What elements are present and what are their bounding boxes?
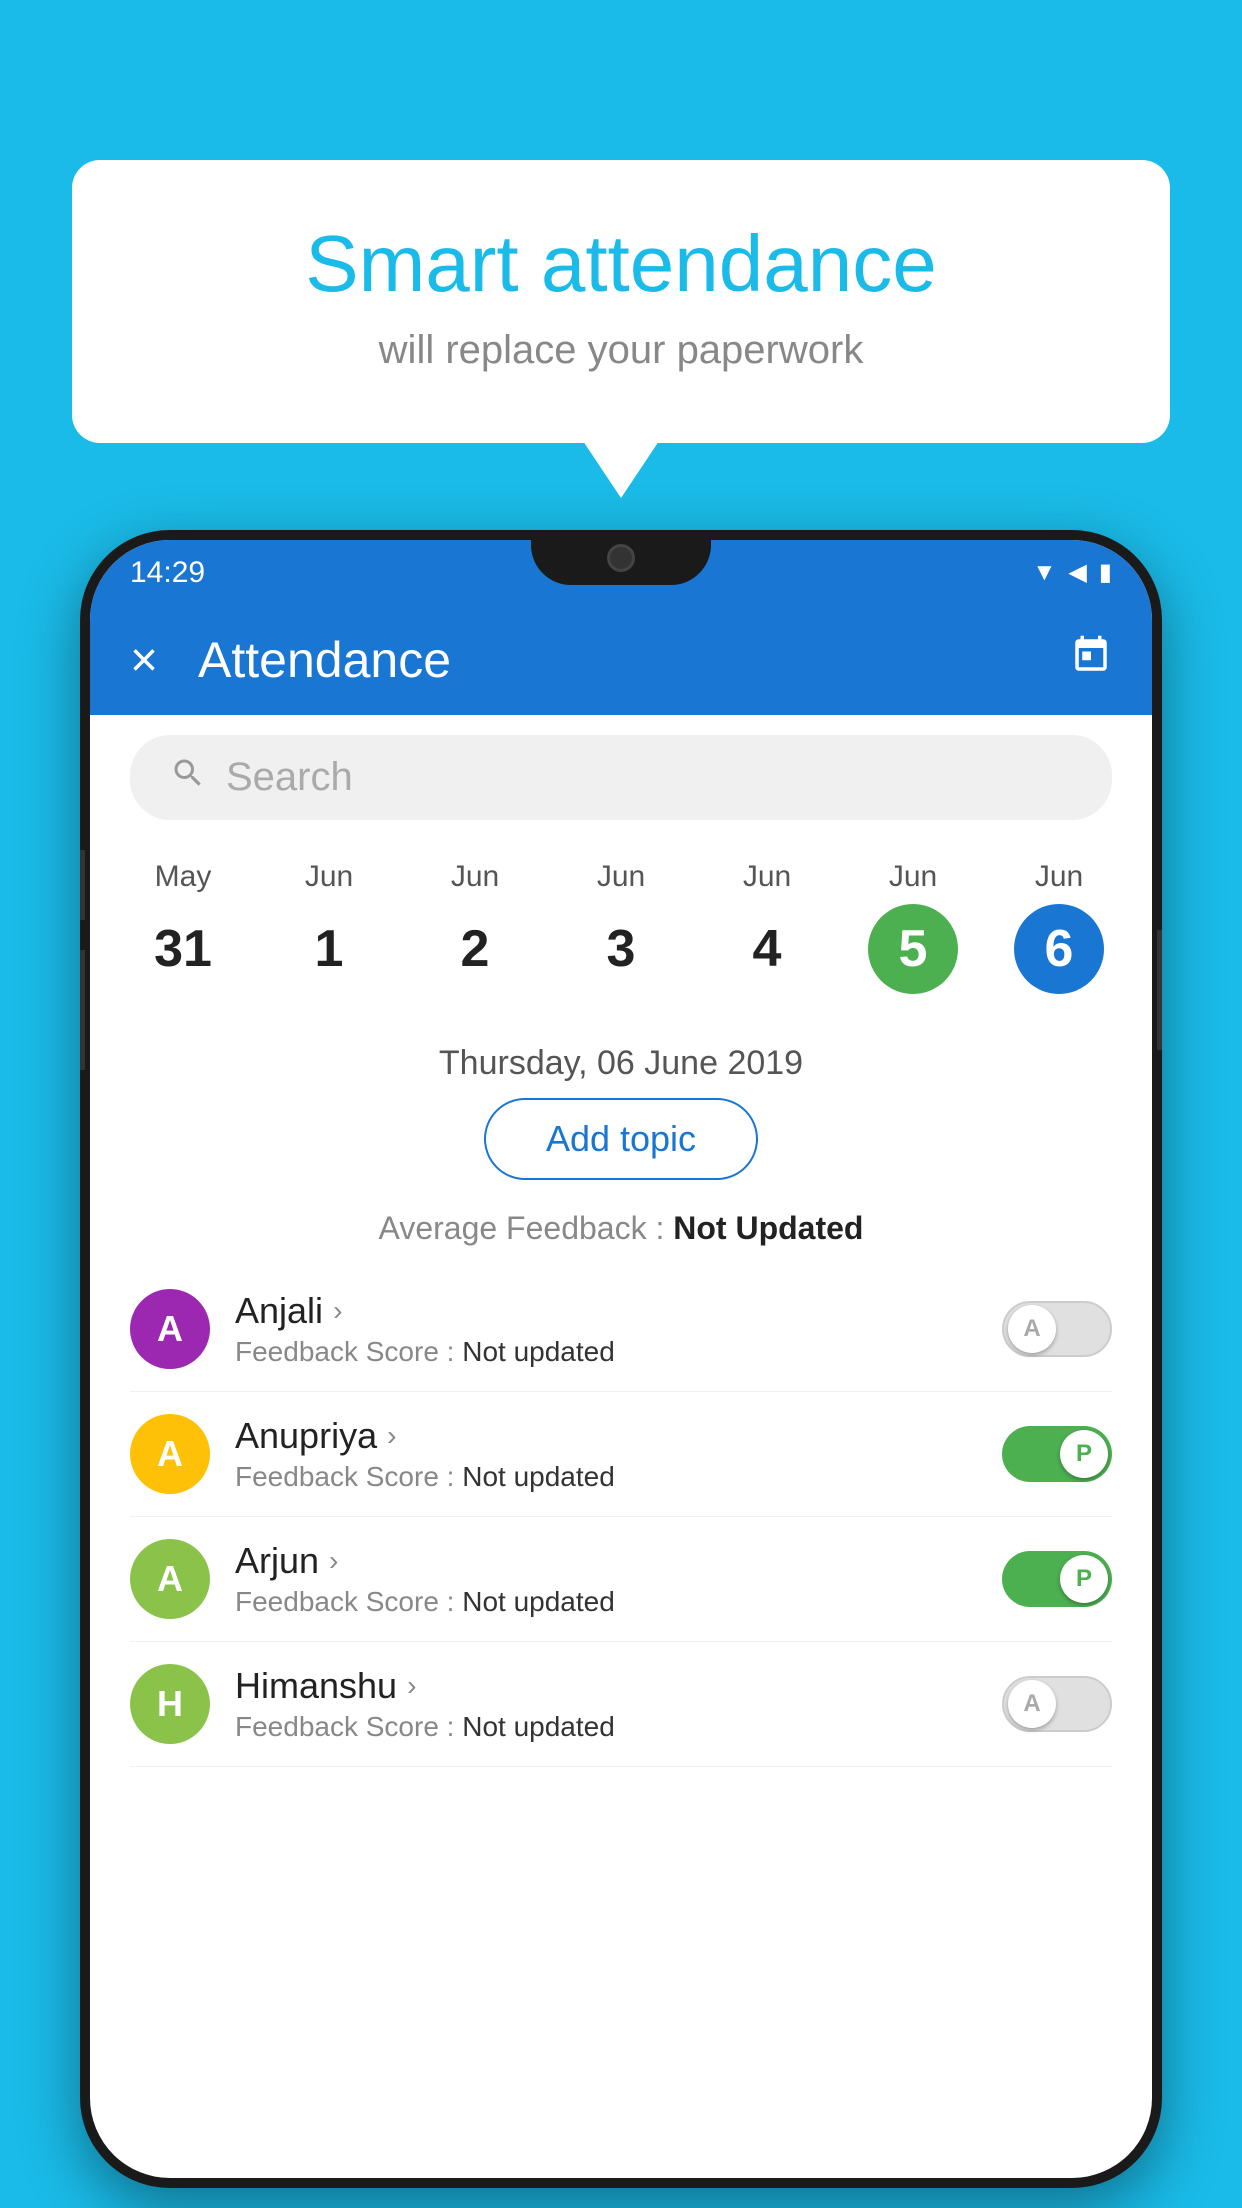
student-info-2: Arjun › Feedback Score : Not updated <box>235 1540 1002 1618</box>
student-avatar-0: A <box>130 1289 210 1369</box>
student-feedback-0: Feedback Score : Not updated <box>235 1336 1002 1368</box>
attendance-toggle-3[interactable]: A <box>1002 1676 1112 1732</box>
avg-feedback-value: Not Updated <box>673 1210 863 1246</box>
search-container: Search <box>90 715 1152 840</box>
speech-bubble-container: Smart attendance will replace your paper… <box>72 160 1170 443</box>
volume-down-button <box>80 950 85 1070</box>
calendar-day-1[interactable]: Jun 1 <box>284 860 374 994</box>
calendar-day-5[interactable]: Jun 5 <box>868 860 958 994</box>
student-list: AAnjali ›Feedback Score : Not updatedAAA… <box>130 1267 1112 1767</box>
student-info-3: Himanshu › Feedback Score : Not updated <box>235 1665 1002 1743</box>
toggle-knob-2: P <box>1060 1555 1108 1603</box>
battery-icon: ▮ <box>1099 558 1112 587</box>
wifi-icon: ▼ <box>1033 559 1057 587</box>
phone-frame: 14:29 ▼ ◀ ▮ × Attendance <box>80 530 1162 2188</box>
phone-notch <box>531 530 711 585</box>
chevron-icon: › <box>387 1420 396 1452</box>
phone-screen: 14:29 ▼ ◀ ▮ × Attendance <box>90 540 1152 2178</box>
cal-month-1: Jun <box>305 860 353 894</box>
calendar-day-0[interactable]: May 31 <box>138 860 228 994</box>
search-icon <box>170 755 206 800</box>
cal-month-0: May <box>155 860 212 894</box>
student-avatar-2: A <box>130 1539 210 1619</box>
attendance-toggle-1[interactable]: P <box>1002 1426 1112 1482</box>
toggle-knob-3: A <box>1008 1680 1056 1728</box>
student-name-3: Himanshu › <box>235 1665 1002 1707</box>
search-input[interactable]: Search <box>226 755 353 800</box>
cal-date-4: 4 <box>722 904 812 994</box>
student-name-2: Arjun › <box>235 1540 1002 1582</box>
add-topic-button[interactable]: Add topic <box>484 1098 758 1180</box>
cal-date-1: 1 <box>284 904 374 994</box>
cal-month-6: Jun <box>1035 860 1083 894</box>
app-bar-title: Attendance <box>198 631 1070 689</box>
student-avatar-1: A <box>130 1414 210 1494</box>
calendar-strip: May 31 Jun 1 Jun 2 Jun 3 Jun 4 Jun 5 Jun 6 <box>90 840 1152 1024</box>
student-row-0[interactable]: AAnjali ›Feedback Score : Not updatedA <box>130 1267 1112 1392</box>
cal-date-2: 2 <box>430 904 520 994</box>
bubble-subtitle: will replace your paperwork <box>152 328 1090 373</box>
avg-feedback: Average Feedback : Not Updated <box>130 1200 1112 1267</box>
cal-month-4: Jun <box>743 860 791 894</box>
phone-camera <box>607 544 635 572</box>
status-icons: ▼ ◀ ▮ <box>1033 558 1112 587</box>
power-button <box>1157 930 1162 1050</box>
student-info-0: Anjali › Feedback Score : Not updated <box>235 1290 1002 1368</box>
student-feedback-1: Feedback Score : Not updated <box>235 1461 1002 1493</box>
close-button[interactable]: × <box>130 633 158 688</box>
attendance-toggle-2[interactable]: P <box>1002 1551 1112 1607</box>
student-row-2[interactable]: A Arjun › Feedback Score : Not updated P <box>130 1517 1112 1642</box>
cal-month-3: Jun <box>597 860 645 894</box>
toggle-knob-1: P <box>1060 1430 1108 1478</box>
calendar-day-4[interactable]: Jun 4 <box>722 860 812 994</box>
student-name-0: Anjali › <box>235 1290 1002 1332</box>
cal-date-5: 5 <box>868 904 958 994</box>
chevron-icon: › <box>407 1670 416 1702</box>
cal-month-2: Jun <box>451 860 499 894</box>
student-feedback-3: Feedback Score : Not updated <box>235 1711 1002 1743</box>
content-area: Thursday, 06 June 2019 Add topic Average… <box>90 1024 1152 1767</box>
volume-up-button <box>80 850 85 920</box>
search-bar[interactable]: Search <box>130 735 1112 820</box>
calendar-day-6[interactable]: Jun 6 <box>1014 860 1104 994</box>
chevron-icon: › <box>329 1545 338 1577</box>
student-row-1[interactable]: A Anupriya › Feedback Score : Not updated P <box>130 1392 1112 1517</box>
status-time: 14:29 <box>130 556 205 590</box>
avg-feedback-label: Average Feedback : <box>379 1210 665 1246</box>
signal-icon: ◀ <box>1068 558 1086 587</box>
toggle-knob-0: A <box>1008 1305 1056 1353</box>
student-feedback-2: Feedback Score : Not updated <box>235 1586 1002 1618</box>
cal-month-5: Jun <box>889 860 937 894</box>
app-bar: × Attendance <box>90 605 1152 715</box>
speech-bubble: Smart attendance will replace your paper… <box>72 160 1170 443</box>
cal-date-0: 31 <box>138 904 228 994</box>
calendar-day-3[interactable]: Jun 3 <box>576 860 666 994</box>
bubble-title: Smart attendance <box>152 220 1090 308</box>
selected-date-label: Thursday, 06 June 2019 <box>130 1024 1112 1098</box>
student-row-3[interactable]: H Himanshu › Feedback Score : Not updatedA <box>130 1642 1112 1767</box>
attendance-toggle-0[interactable]: A <box>1002 1301 1112 1357</box>
cal-date-6: 6 <box>1014 904 1104 994</box>
calendar-day-2[interactable]: Jun 2 <box>430 860 520 994</box>
student-name-1: Anupriya › <box>235 1415 1002 1457</box>
chevron-icon: › <box>333 1295 342 1327</box>
cal-date-3: 3 <box>576 904 666 994</box>
student-info-1: Anupriya › Feedback Score : Not updated <box>235 1415 1002 1493</box>
calendar-icon[interactable] <box>1070 634 1112 686</box>
student-avatar-3: H <box>130 1664 210 1744</box>
